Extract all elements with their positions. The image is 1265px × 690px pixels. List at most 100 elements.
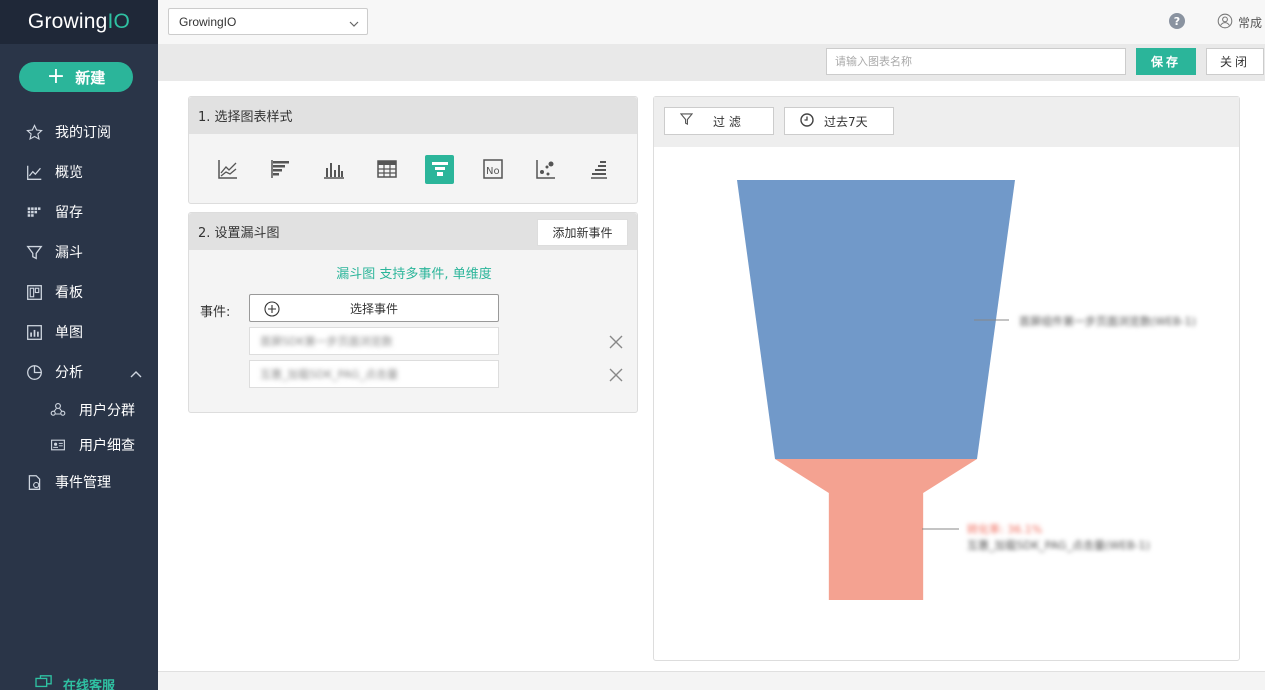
sidebar-item-label: 留存 xyxy=(55,205,83,221)
sidebar-item-dashboard[interactable]: 看板 xyxy=(0,272,158,312)
table-icon xyxy=(376,160,397,178)
funnel-chart: 首屏组件第一步页面浏览数(WEB-1) 转化率: 36.1% 互惠_加载SDK_… xyxy=(737,180,1196,600)
chevron-up-icon[interactable] xyxy=(130,366,142,382)
vertical-bar-icon xyxy=(323,163,344,179)
clock-icon xyxy=(800,112,814,130)
user-avatar-icon xyxy=(1217,13,1233,32)
funnel-chart-type-icon xyxy=(431,162,448,176)
sidebar-item-label: 事件管理 xyxy=(55,475,111,491)
sidebar: Growing IO + 新建 我的订阅 概览 留存 漏斗 看板 单图 分析 用… xyxy=(0,0,158,690)
svg-text:No: No xyxy=(486,166,500,177)
single-chart-icon xyxy=(25,323,43,341)
chart-type-line[interactable] xyxy=(213,155,242,184)
action-bar: 保存 关闭 xyxy=(158,44,1265,81)
funnel-settings-panel: 2. 设置漏斗图 添加新事件 漏斗图 支持多事件, 单维度 事件: 选择事件 首… xyxy=(188,212,638,413)
save-button[interactable]: 保存 xyxy=(1136,48,1196,75)
stage1-label: 首屏组件第一步页面浏览数(WEB-1) xyxy=(1019,314,1196,328)
event-row[interactable]: 互惠_加载SDK_PAG_点击量 xyxy=(249,360,499,388)
chart-type-number[interactable]: No xyxy=(478,155,507,184)
number-icon: No xyxy=(482,159,503,179)
sidebar-item-funnel[interactable]: 漏斗 xyxy=(0,232,158,272)
close-button[interactable]: 关闭 xyxy=(1206,48,1264,75)
chart-style-title: 1. 选择图表样式 xyxy=(189,97,637,134)
online-support-label: 在线客服 xyxy=(63,678,116,690)
project-select[interactable]: GrowingIO xyxy=(168,8,368,35)
logo-accent: IO xyxy=(107,10,131,33)
sidebar-item-overview[interactable]: 概览 xyxy=(0,152,158,192)
chart-type-scatter[interactable] xyxy=(531,155,560,184)
sidebar-item-label: 分析 xyxy=(55,365,83,381)
select-event-label: 选择事件 xyxy=(349,301,398,316)
event-label: 事件: xyxy=(200,305,231,320)
sidebar-subitem-user-segments[interactable]: 用户分群 xyxy=(0,392,158,427)
time-range-button[interactable]: 过去7天 xyxy=(784,107,894,135)
sidebar-subitem-label: 用户分群 xyxy=(79,402,135,419)
horizontal-bar-icon xyxy=(270,160,289,178)
funnel-marks xyxy=(737,180,1015,600)
remove-event-icon[interactable] xyxy=(608,334,624,350)
user-name: 常成 xyxy=(1238,16,1263,30)
chart-type-funnel[interactable] xyxy=(425,154,454,184)
sidebar-item-label: 我的订阅 xyxy=(55,125,111,141)
funnel-hint: 漏斗图 支持多事件, 单维度 xyxy=(336,267,492,282)
remove-event-icon[interactable] xyxy=(608,367,624,383)
logo[interactable]: Growing IO xyxy=(0,0,158,44)
new-button[interactable]: + 新建 xyxy=(19,62,133,92)
chart-style-panel: 1. 选择图表样式 No xyxy=(188,96,638,204)
top-bar: GrowingIO ? 常成 xyxy=(158,0,1265,44)
sidebar-item-analysis[interactable]: 分析 xyxy=(0,352,158,392)
chart-name-input[interactable] xyxy=(826,48,1126,75)
filter-label: 过 滤 xyxy=(713,114,741,129)
help-icon[interactable]: ? xyxy=(1169,13,1185,29)
add-event-button[interactable]: 添加新事件 xyxy=(537,219,628,246)
chart-toolbar: 过 滤 过去7天 xyxy=(654,97,1239,147)
time-range-label: 过去7天 xyxy=(824,114,868,129)
sidebar-item-retention[interactable]: 留存 xyxy=(0,192,158,232)
online-support-link[interactable]: 在线客服 xyxy=(35,674,115,690)
chart-type-list: No xyxy=(189,134,637,204)
funnel-stage-1[interactable] xyxy=(737,180,1015,459)
sidebar-item-label: 漏斗 xyxy=(55,245,83,261)
sidebar-item-subscriptions[interactable]: 我的订阅 xyxy=(0,112,158,152)
sidebar-item-single-chart[interactable]: 单图 xyxy=(0,312,158,352)
project-select-value: GrowingIO xyxy=(179,14,237,29)
funnel-icon xyxy=(25,243,43,261)
chart-type-horizontal-bar[interactable] xyxy=(266,155,295,184)
user-group-icon xyxy=(49,401,67,419)
sidebar-subitem-user-detail[interactable]: 用户细查 xyxy=(0,427,158,462)
chart-type-stacked[interactable] xyxy=(584,155,613,184)
select-event-button[interactable]: 选择事件 xyxy=(249,294,499,322)
event-row-label: 互惠_加载SDK_PAG_点击量 xyxy=(260,368,398,381)
new-button-label: 新建 xyxy=(75,68,106,87)
line-chart-icon xyxy=(25,163,43,181)
footer xyxy=(158,671,1265,690)
pie-icon xyxy=(25,363,43,381)
sidebar-subitem-label: 用户细查 xyxy=(79,437,135,454)
sidebar-item-label: 看板 xyxy=(55,285,83,301)
filter-icon xyxy=(679,113,694,129)
line-chart-type-icon xyxy=(217,160,237,179)
chart-preview-panel: 过 滤 过去7天 首屏组件第一步页面浏览数(WEB-1) 转化率: 36.1% … xyxy=(653,96,1240,661)
user-menu[interactable]: 常成 xyxy=(1217,13,1262,32)
plus-icon: + xyxy=(46,64,66,89)
chart-type-vertical-bar[interactable] xyxy=(319,155,348,184)
sidebar-item-label: 概览 xyxy=(55,165,83,181)
chevron-down-icon xyxy=(349,17,359,31)
stage2-conversion-label: 转化率: 36.1% xyxy=(967,522,1042,536)
filter-button[interactable]: 过 滤 xyxy=(664,107,774,135)
user-card-icon xyxy=(49,436,67,454)
event-row[interactable]: 首屏SDK第一步页面浏览数 xyxy=(249,327,499,355)
sidebar-item-label: 单图 xyxy=(55,325,83,341)
dashboard-icon xyxy=(25,283,43,301)
sidebar-item-event-management[interactable]: 事件管理 xyxy=(0,462,158,502)
chart-type-table[interactable] xyxy=(372,155,401,184)
event-row-label: 首屏SDK第一步页面浏览数 xyxy=(260,335,393,348)
retention-icon xyxy=(25,203,43,221)
scatter-icon xyxy=(535,160,555,179)
stage2-label: 互惠_加载SDK_PAG_点击量(WEB-1) xyxy=(967,538,1150,552)
star-icon xyxy=(25,123,43,141)
logo-main: Growing xyxy=(27,10,108,33)
sidebar-nav: 我的订阅 概览 留存 漏斗 看板 单图 分析 用户分群 用户细查 事件管理 xyxy=(0,112,158,502)
stacked-bar-icon xyxy=(590,161,607,179)
chat-icon xyxy=(35,674,53,690)
